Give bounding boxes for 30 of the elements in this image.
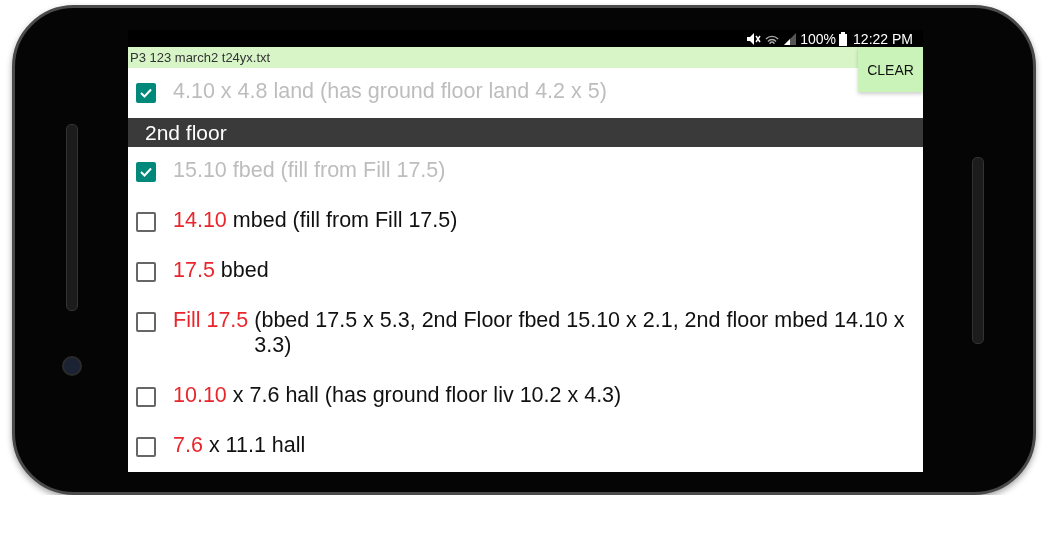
checkbox[interactable] [136, 387, 156, 407]
item-dimension: 7.6 [173, 433, 203, 458]
checkbox[interactable] [136, 312, 156, 332]
checkbox[interactable] [136, 262, 156, 282]
clock-time: 12:22 PM [853, 30, 913, 47]
item-dimension: 17.5 [173, 258, 215, 283]
check-icon [140, 88, 152, 98]
section-title: 2nd floor [145, 120, 227, 145]
mute-icon [746, 31, 762, 46]
item-text: bbed [220, 258, 269, 283]
checkbox[interactable] [136, 162, 156, 182]
item-dimension: 14.10 [173, 208, 227, 233]
checkbox[interactable] [136, 83, 156, 103]
item-text: x 7.6 hall (has ground floor liv 10.2 x 4.3) [232, 383, 622, 408]
item-text: 4.10 x 4.8 land (has ground floor land 4.2 x 5) [173, 79, 607, 104]
battery-icon [839, 31, 848, 46]
clear-button[interactable]: CLEAR [858, 47, 923, 92]
checkbox[interactable] [136, 437, 156, 457]
battery-percent: 100% [800, 30, 837, 47]
file-name: P3 123 march2 t24yx.txt [130, 50, 271, 65]
check-icon [140, 167, 152, 177]
item-text: (bbed 17.5 x 5.3, 2nd Floor fbed 15.10 x 2.1, 2nd floor mbed 14.10 x 3.3) [254, 308, 906, 358]
item-text: x 11.1 hall [208, 433, 306, 458]
item-text: mbed (fill from Fill 17.5) [232, 208, 458, 233]
item-dimension: 10.10 [173, 383, 227, 408]
camera-lens [61, 356, 82, 376]
signal-icon [783, 31, 798, 46]
item-text: 15.10 fbed (fill from Fill 17.5) [173, 158, 446, 183]
checkbox[interactable] [136, 212, 156, 232]
item-dimension: Fill 17.5 [173, 308, 249, 333]
